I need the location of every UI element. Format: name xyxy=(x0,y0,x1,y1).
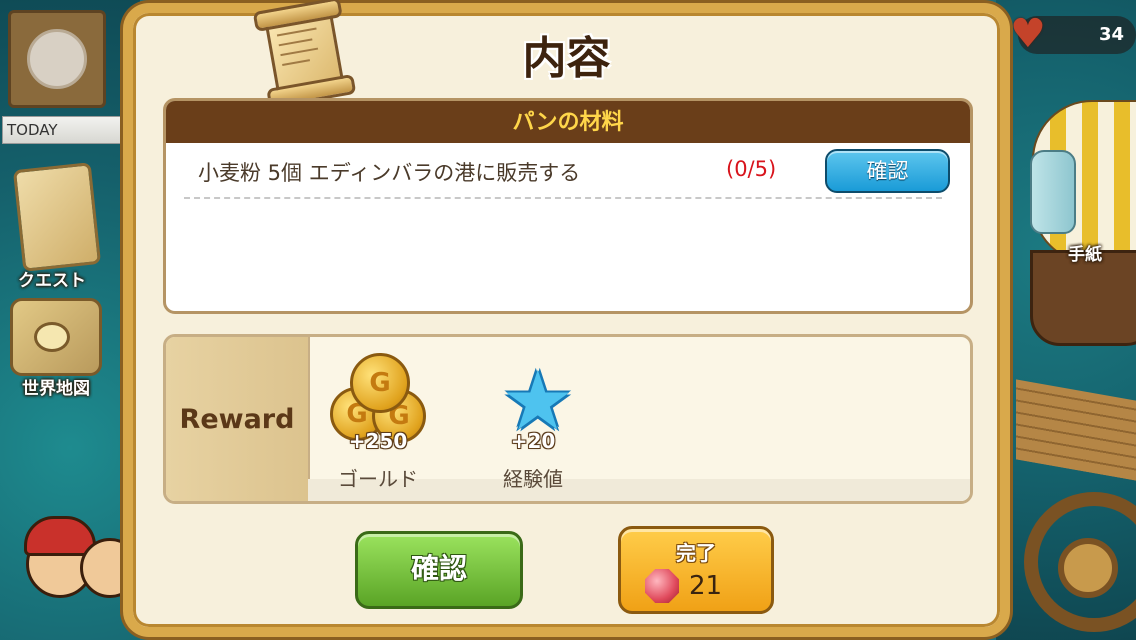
complete-label: 完了 xyxy=(676,541,716,565)
quest-task-text: 小麦粉 5個 エディンバラの港に販売する xyxy=(198,161,581,185)
avatar-face-icon xyxy=(27,29,87,89)
quest-scroll-icon[interactable] xyxy=(12,162,102,272)
letters-label: 手紙 xyxy=(1068,245,1102,265)
reward-panel: Reward G G G +250 ゴールド ★ +20 経験値 xyxy=(163,334,973,504)
reward-label: Reward xyxy=(166,337,310,501)
world-map-label: 世界地図 xyxy=(22,379,90,399)
reward-name: 経験値 xyxy=(503,467,563,491)
wheel-hub-icon xyxy=(1058,538,1118,598)
message-bottle-icon[interactable] xyxy=(1030,150,1076,234)
compass-icon xyxy=(34,322,70,352)
dialog-title: 内容 xyxy=(522,33,611,84)
quest-label: クエスト xyxy=(18,271,86,291)
quest-task-row: 小麦粉 5個 エディンバラの港に販売する (0/5) 確認 xyxy=(166,143,970,199)
divider xyxy=(184,197,942,199)
reward-amount: +250 xyxy=(348,429,408,453)
quest-panel: パンの材料 小麦粉 5個 エディンバラの港に販売する (0/5) 確認 xyxy=(163,98,973,314)
complete-button[interactable]: 完了 21 xyxy=(618,526,774,614)
reward-amount: +20 xyxy=(510,429,556,453)
gold-coin-icon: G xyxy=(350,353,410,413)
confirm-button[interactable]: 確認 xyxy=(355,531,523,609)
player-avatar[interactable] xyxy=(8,10,106,108)
quest-progress: (0/5) xyxy=(726,157,777,181)
heart-icon: ♥ xyxy=(1010,11,1046,57)
complete-cost: 21 xyxy=(689,571,723,601)
quest-header: パンの材料 xyxy=(166,101,970,143)
pirate-crew-icon[interactable] xyxy=(20,498,140,628)
quest-check-button[interactable]: 確認 xyxy=(825,149,950,193)
today-bar[interactable]: TODAY xyxy=(2,116,132,144)
ruby-gem-icon xyxy=(645,569,679,603)
reward-name: ゴールド xyxy=(338,467,418,491)
